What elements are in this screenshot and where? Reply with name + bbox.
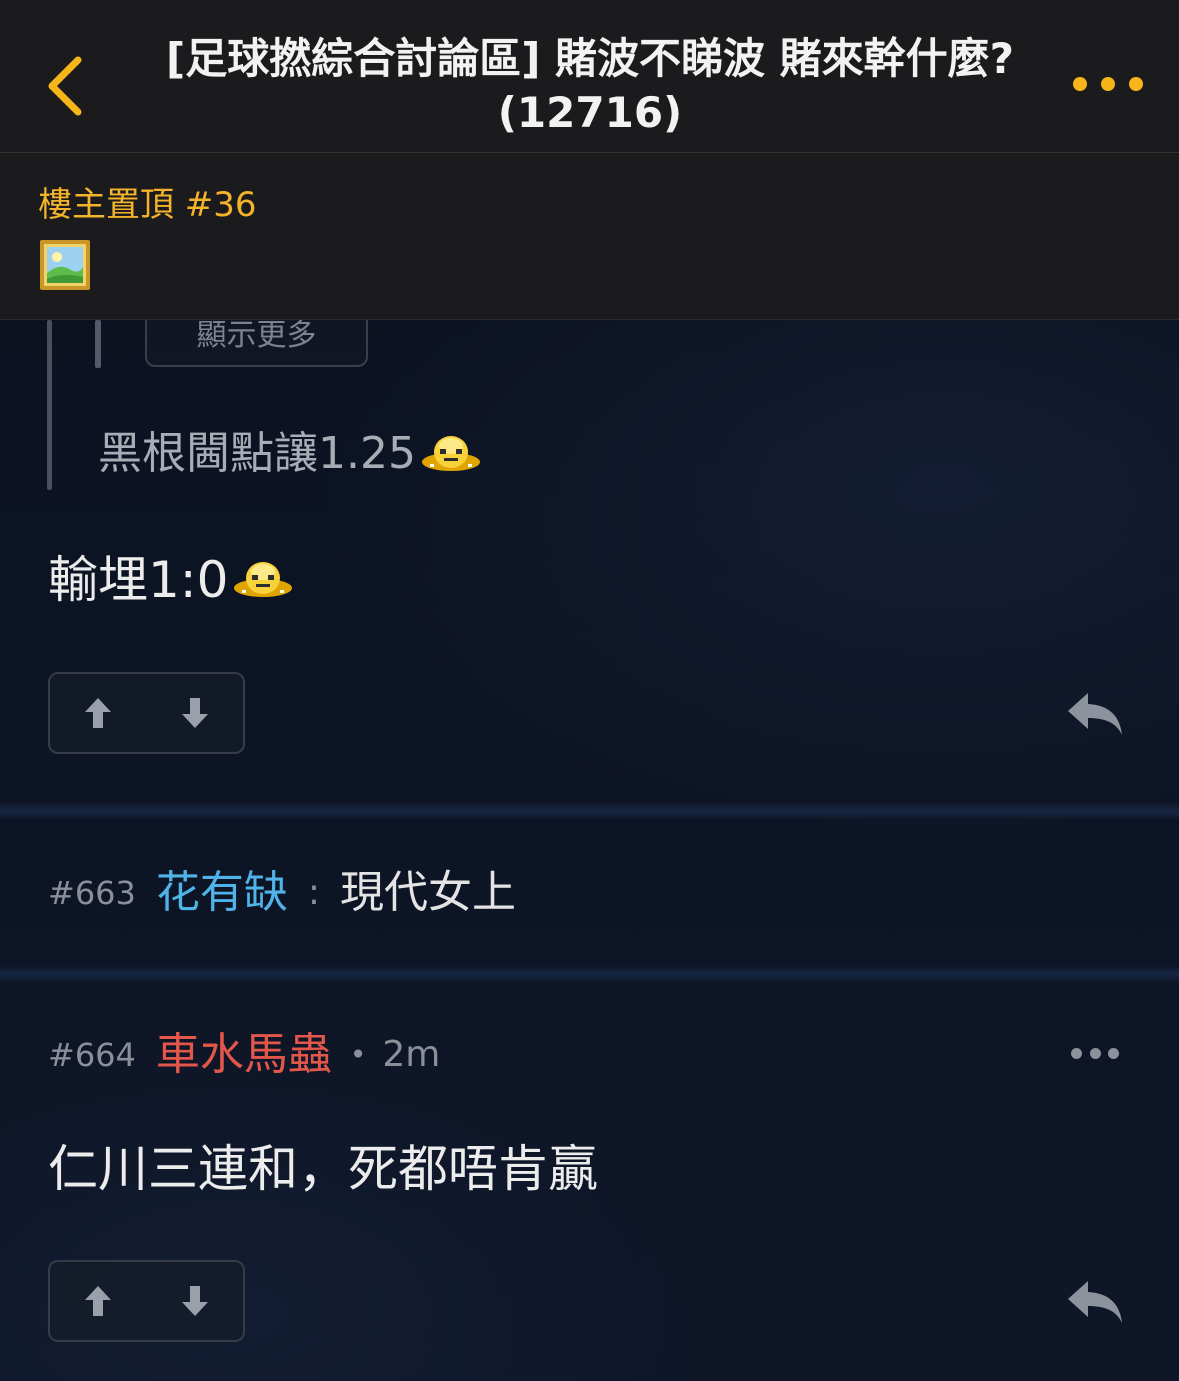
vote-controls [48, 672, 245, 754]
reply-button[interactable] [1062, 688, 1128, 740]
post-number: #663 [48, 874, 136, 912]
username[interactable]: 花有缺 [156, 865, 288, 921]
username[interactable]: 車水馬蟲 [156, 1027, 332, 1083]
post-divider [0, 802, 1179, 820]
post-divider [0, 965, 1179, 983]
downvote-button[interactable] [147, 1262, 244, 1340]
chevron-left-icon [48, 56, 82, 116]
ellipsis-dot [1129, 77, 1143, 91]
upvote-button[interactable] [50, 674, 147, 752]
collapsed-comment[interactable]: 現代女上 [340, 865, 516, 921]
post-body: 輸埋1:0 [48, 549, 294, 611]
downvote-button[interactable] [147, 674, 244, 752]
post-body-text: 輸埋1:0 [48, 551, 229, 609]
arrow-up-icon [85, 698, 112, 728]
reply-icon [1068, 693, 1122, 735]
thread-title: [足球撚綜合討論區] 賭波不睇波 賭來幹什麼? (12716) [166, 34, 1014, 137]
quote-text-content: 黑根閪點讓1.25 [98, 428, 416, 479]
pinned-label: 樓主置頂 #36 [38, 185, 257, 225]
reply-icon [1068, 1281, 1122, 1323]
vote-controls [48, 1260, 245, 1342]
separator: : [307, 872, 321, 913]
top-bar: [足球撚綜合討論區] 賭波不睇波 賭來幹什麼? (12716) [0, 0, 1179, 153]
ellipsis-dot [1101, 77, 1115, 91]
ellipsis-icon [1071, 1048, 1082, 1059]
quote-indicator [47, 320, 52, 490]
post-body-text: 仁川三連和，死都唔肯贏 [48, 1140, 598, 1198]
back-button[interactable] [36, 50, 92, 122]
thread-page: [足球撚綜合討論區] 賭波不睇波 賭來幹什麼? (12716) 樓主置頂 #36… [0, 0, 1179, 1381]
quoted-text: 黑根閪點讓1.25 [98, 425, 482, 483]
nested-quote-indicator [95, 320, 101, 368]
separator: • [349, 1038, 367, 1071]
arrow-down-icon [181, 698, 208, 728]
post-time: 2m [382, 1034, 441, 1075]
pinned-post-banner[interactable]: 樓主置頂 #36 [0, 153, 1179, 320]
post-663-row: #663 花有缺 : 現代女上 [48, 865, 516, 921]
post-body: 仁川三連和，死都唔肯贏 [48, 1138, 598, 1200]
reply-button[interactable] [1062, 1276, 1128, 1328]
post-more-button[interactable] [1071, 1048, 1119, 1062]
arrow-down-icon [181, 1286, 208, 1316]
post-number: #664 [48, 1036, 136, 1074]
ellipsis-dot [1089, 1048, 1101, 1059]
image-placeholder-icon[interactable] [39, 239, 91, 291]
ellipsis-icon [1073, 77, 1087, 91]
upvote-button[interactable] [50, 1262, 147, 1340]
ellipsis-dot [1108, 1048, 1119, 1059]
post-664-header: #664 車水馬蟲 • 2m [48, 1027, 440, 1083]
more-options-button[interactable] [1073, 62, 1143, 106]
alien-emoji-icon [421, 436, 480, 471]
alien-emoji-icon [234, 562, 293, 597]
arrow-up-icon [85, 1286, 112, 1316]
